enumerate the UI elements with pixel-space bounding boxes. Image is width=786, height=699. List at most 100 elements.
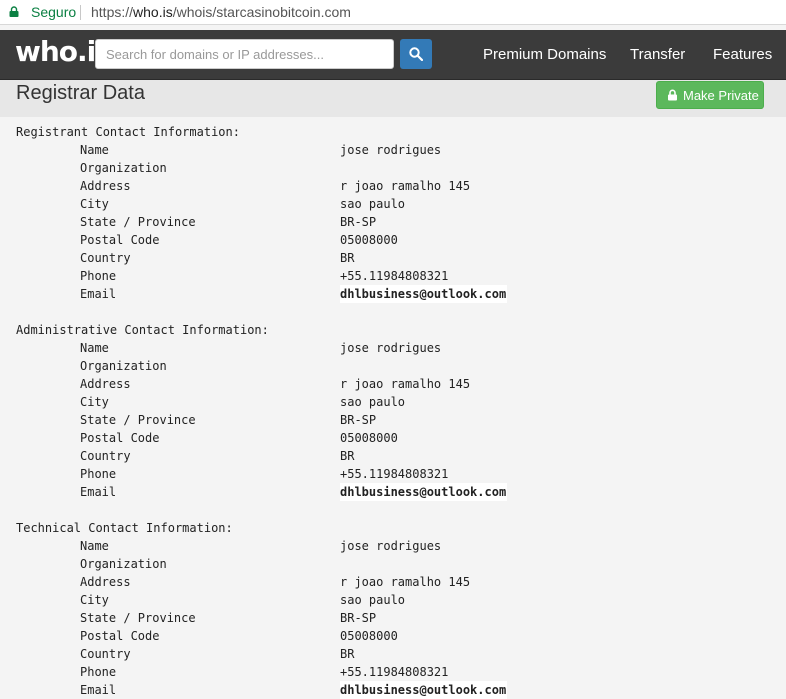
field-row: State / Province BR-SP	[16, 411, 776, 429]
search-input[interactable]	[95, 39, 394, 69]
registrant-section: Registrant Contact Information: Name jose…	[16, 123, 776, 303]
nav-features[interactable]: Features	[713, 46, 772, 63]
whois-record: Registrant Contact Information: Name jose…	[16, 123, 776, 699]
field-row: Address r joao ramalho 145	[16, 375, 776, 393]
search-button[interactable]	[400, 39, 432, 69]
field-label: State / Province	[80, 611, 196, 625]
nav-transfer[interactable]: Transfer	[630, 46, 685, 63]
field-row: Country BR	[16, 447, 776, 465]
make-private-label: Make Private	[683, 88, 759, 103]
field-label: Country	[80, 449, 131, 463]
field-value: sao paulo	[340, 593, 406, 607]
field-row: Email dhlbusiness@outlook.com	[16, 285, 776, 303]
field-label: Phone	[80, 665, 117, 679]
field-row: Organization	[16, 357, 776, 375]
field-row: City sao paulo	[16, 393, 776, 411]
field-label: Email	[80, 683, 117, 697]
field-label: Postal Code	[80, 629, 160, 643]
lock-icon	[668, 89, 677, 101]
field-value: BR	[340, 251, 355, 265]
field-value: +55.11984808321	[340, 467, 449, 481]
email-value[interactable]: dhlbusiness@outlook.com	[340, 285, 508, 303]
url-host: who.is	[133, 4, 173, 20]
section-heading: Registrant Contact Information:	[16, 125, 240, 139]
field-label: City	[80, 197, 109, 211]
field-value: sao paulo	[340, 395, 406, 409]
lock-icon	[9, 6, 19, 17]
search-icon	[409, 47, 423, 61]
field-label: City	[80, 593, 109, 607]
administrative-section: Administrative Contact Information: Name…	[16, 321, 776, 501]
nav-premium-domains[interactable]: Premium Domains	[483, 46, 606, 63]
field-value: jose rodrigues	[340, 539, 442, 553]
field-row: State / Province BR-SP	[16, 213, 776, 231]
field-row: Phone +55.11984808321	[16, 663, 776, 681]
field-row: Country BR	[16, 645, 776, 663]
section-heading: Administrative Contact Information:	[16, 323, 269, 337]
field-row: Address r joao ramalho 145	[16, 573, 776, 591]
field-value: +55.11984808321	[340, 665, 449, 679]
section-heading: Technical Contact Information:	[16, 521, 233, 535]
field-row: City sao paulo	[16, 591, 776, 609]
field-label: Country	[80, 251, 131, 265]
field-row: Email dhlbusiness@outlook.com	[16, 483, 776, 501]
field-label: State / Province	[80, 215, 196, 229]
field-row: Email dhlbusiness@outlook.com	[16, 681, 776, 699]
field-value: BR-SP	[340, 413, 377, 427]
field-label: Name	[80, 143, 109, 157]
field-value: jose rodrigues	[340, 143, 442, 157]
field-value: BR	[340, 647, 355, 661]
field-label: Organization	[80, 359, 167, 373]
field-value: 05008000	[340, 233, 398, 247]
field-label: Email	[80, 485, 117, 499]
url-path: /whois/starcasinobitcoin.com	[172, 4, 351, 20]
field-label: Organization	[80, 557, 167, 571]
field-value: 05008000	[340, 629, 398, 643]
field-label: Name	[80, 539, 109, 553]
browser-address-bar[interactable]: Seguro https://who.is/whois/starcasinobi…	[0, 0, 786, 25]
field-row: Organization	[16, 159, 776, 177]
field-label: Address	[80, 575, 131, 589]
field-label: City	[80, 395, 109, 409]
field-label: Email	[80, 287, 117, 301]
secure-label: Seguro	[31, 4, 77, 20]
field-row: City sao paulo	[16, 195, 776, 213]
field-row: Phone +55.11984808321	[16, 465, 776, 483]
field-label: Address	[80, 179, 131, 193]
address-divider	[80, 5, 81, 20]
field-value: r joao ramalho 145	[340, 575, 471, 589]
field-label: State / Province	[80, 413, 196, 427]
field-value: 05008000	[340, 431, 398, 445]
page-title: Registrar Data	[16, 82, 145, 104]
registrar-header: Registrar Data Make Private	[0, 80, 786, 117]
field-row: Name jose rodrigues	[16, 537, 776, 555]
field-value: BR-SP	[340, 611, 377, 625]
field-label: Phone	[80, 269, 117, 283]
field-label: Address	[80, 377, 131, 391]
email-value[interactable]: dhlbusiness@outlook.com	[340, 483, 508, 501]
field-row: State / Province BR-SP	[16, 609, 776, 627]
field-value: r joao ramalho 145	[340, 179, 471, 193]
field-value: +55.11984808321	[340, 269, 449, 283]
field-label: Postal Code	[80, 431, 160, 445]
field-value: jose rodrigues	[340, 341, 442, 355]
field-label: Country	[80, 647, 131, 661]
field-value: BR-SP	[340, 215, 377, 229]
field-label: Name	[80, 341, 109, 355]
technical-section: Technical Contact Information: Name jose …	[16, 519, 776, 699]
field-label: Phone	[80, 467, 117, 481]
field-row: Postal Code 05008000	[16, 231, 776, 249]
field-row: Postal Code 05008000	[16, 627, 776, 645]
make-private-button[interactable]: Make Private	[656, 81, 764, 109]
field-row: Country BR	[16, 249, 776, 267]
url-scheme: https://	[91, 4, 134, 20]
site-navbar: who.is Premium Domains Transfer Features	[0, 30, 786, 80]
url-text[interactable]: https://who.is/whois/starcasinobitcoin.c…	[91, 4, 351, 20]
field-value: sao paulo	[340, 197, 406, 211]
field-row: Name jose rodrigues	[16, 339, 776, 357]
field-row: Name jose rodrigues	[16, 141, 776, 159]
field-label: Postal Code	[80, 233, 160, 247]
email-value[interactable]: dhlbusiness@outlook.com	[340, 681, 508, 699]
field-value: BR	[340, 449, 355, 463]
